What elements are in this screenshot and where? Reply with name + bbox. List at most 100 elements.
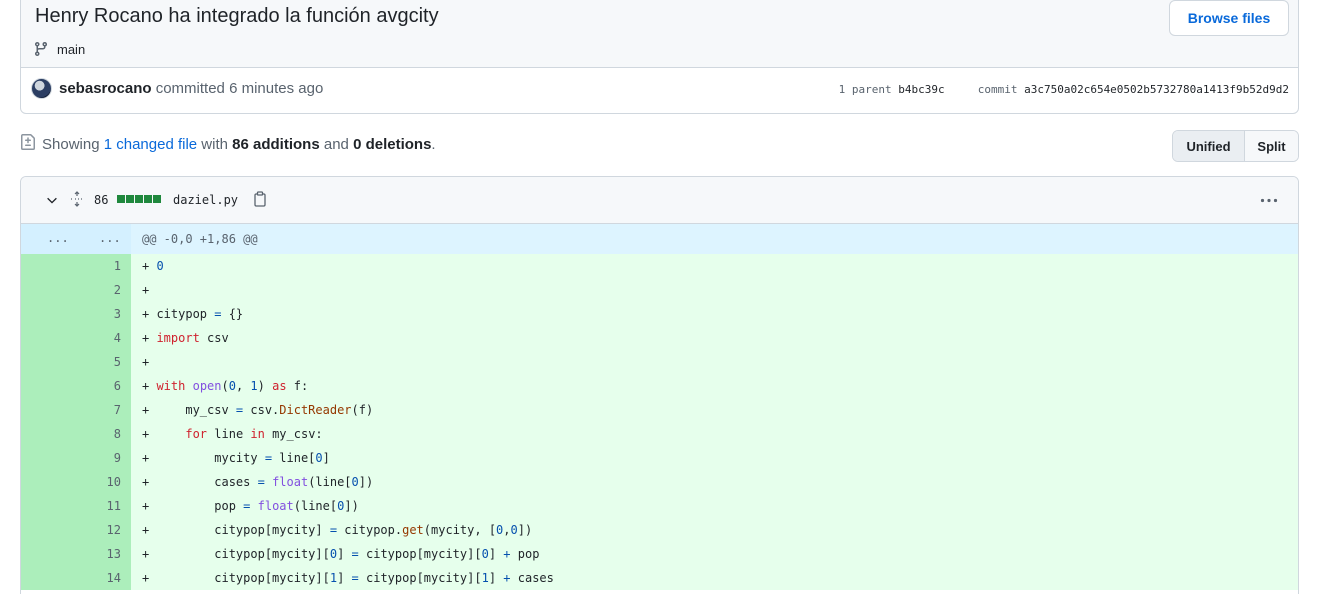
code-line: + (142, 283, 150, 297)
hunk-expand-left[interactable]: ... (47, 231, 69, 245)
code-line: + pop = float(line[0]) (142, 499, 359, 513)
copy-icon[interactable] (252, 191, 268, 207)
file-header: 86 daziel.py (21, 177, 1298, 224)
hunk-info: @@ -0,0 +1,86 @@ (142, 232, 258, 246)
code-line: + with open(0, 1) as f: (142, 379, 309, 393)
line-number[interactable]: 14 (107, 571, 121, 585)
browse-files-button[interactable]: Browse files (1169, 0, 1289, 36)
diffstat-block (126, 195, 134, 203)
diff-view-toggle: Unified Split (1172, 130, 1299, 162)
diff-line: 3 + citypop = {} (21, 302, 1298, 326)
line-number[interactable]: 4 (114, 331, 121, 345)
line-number-gutter: 13 (21, 542, 131, 566)
diff-line: 1 + 0 (21, 254, 1298, 278)
changed-files-link[interactable]: 1 changed file (104, 136, 197, 153)
line-number-gutter: 6 (21, 374, 131, 398)
deletions-count: 0 deletions (353, 136, 432, 153)
diff-line: 13 + citypop[mycity][0] = citypop[mycity]… (21, 542, 1298, 566)
line-number-gutter: 4 (21, 326, 131, 350)
summary-and: and (323, 136, 349, 153)
line-number[interactable]: 10 (107, 475, 121, 489)
code-line: + my_csv = csv.DictReader(f) (142, 403, 374, 417)
commit-sha: a3c750a02c654e0502b5732780a1413f9b52d9d2 (1024, 83, 1289, 96)
summary-with: with (201, 136, 228, 153)
diff-line: 8 + for line in my_csv: (21, 422, 1298, 446)
diff-line: 4 + import csv (21, 326, 1298, 350)
line-number-gutter: 8 (21, 422, 131, 446)
line-number[interactable]: 7 (114, 403, 121, 417)
line-number-gutter: 14 (21, 566, 131, 590)
diff-line: 5 + (21, 350, 1298, 374)
expand-all-icon[interactable] (69, 191, 85, 207)
line-number-gutter: 12 (21, 518, 131, 542)
code-line: + citypop[mycity][1] = citypop[mycity][1… (142, 571, 554, 585)
line-number[interactable]: 11 (107, 499, 121, 513)
parent-sha-link[interactable]: b4bc39c (898, 83, 944, 96)
file-name-link[interactable]: daziel.py (173, 193, 238, 207)
line-number[interactable]: 9 (114, 451, 121, 465)
line-number[interactable]: 1 (114, 259, 121, 273)
code-line: + citypop[mycity] = citypop.get(mycity, … (142, 523, 533, 537)
git-branch-icon (34, 42, 47, 57)
code-line: + 0 (142, 259, 164, 273)
kebab-horizontal-icon[interactable] (1260, 198, 1278, 203)
file-diff: 86 daziel.py ... ... @@ -0,0 +1,86 @@ 1 +… (20, 176, 1299, 594)
line-number-gutter: 9 (21, 446, 131, 470)
line-number[interactable]: 13 (107, 547, 121, 561)
line-number-gutter: 1 (21, 254, 131, 278)
diffstat-bar (117, 195, 161, 203)
branch-name: main (57, 41, 86, 57)
author-name[interactable]: sebasrocano (59, 80, 152, 97)
code-line: + import csv (142, 331, 229, 345)
line-number[interactable]: 3 (114, 307, 121, 321)
line-number-gutter: 10 (21, 470, 131, 494)
diff-line: 12 + citypop[mycity] = citypop.get(mycity… (21, 518, 1298, 542)
diff-line: 10 + cases = float(line[0]) (21, 470, 1298, 494)
avatar[interactable] (31, 78, 52, 99)
line-number[interactable]: 6 (114, 379, 121, 393)
line-number-gutter: 5 (21, 350, 131, 374)
diff-lines: 1 + 0 2 +3 + citypop = {} 4 + import csv 5 +6 + w… (21, 254, 1298, 590)
line-number-gutter: 2 (21, 278, 131, 302)
summary-prefix: Showing (42, 136, 100, 153)
line-number[interactable]: 12 (107, 523, 121, 537)
commit-title-bar: Henry Rocano ha integrado la función avg… (21, 0, 1298, 68)
additions-count: 86 additions (232, 136, 320, 153)
unified-view-button[interactable]: Unified (1173, 131, 1245, 161)
diffstat-block (153, 195, 161, 203)
diff-summary-text: Showing 1 changed file with 86 additions… (42, 136, 436, 153)
line-number[interactable]: 8 (114, 427, 121, 441)
commit-time: 6 minutes ago (229, 80, 324, 97)
hunk-expand-right[interactable]: ... (99, 231, 121, 245)
line-number-gutter: 7 (21, 398, 131, 422)
split-view-button[interactable]: Split (1245, 131, 1298, 161)
diffstat-block (117, 195, 125, 203)
line-number[interactable]: 2 (114, 283, 121, 297)
diff-summary-row: Showing 1 changed file with 86 additions… (20, 130, 1299, 162)
commit-author-row: sebasrocano committed 6 minutes ago 1 pa… (21, 69, 1298, 113)
commit-meta: 1 parent b4bc39c commit a3c750a02c654e05… (839, 83, 1289, 96)
chevron-down-icon[interactable] (45, 193, 59, 207)
commit-label: commit (977, 83, 1018, 96)
code-line: + mycity = line[0] (142, 451, 330, 465)
hunk-header: ... ... @@ -0,0 +1,86 @@ (21, 224, 1298, 254)
diff-line: 14 + citypop[mycity][1] = citypop[mycity]… (21, 566, 1298, 590)
commit-action: committed (155, 80, 225, 97)
diff-line: 2 + (21, 278, 1298, 302)
code-line: + cases = float(line[0]) (142, 475, 374, 489)
diff-line: 11 + pop = float(line[0]) (21, 494, 1298, 518)
file-diff-icon (21, 134, 35, 150)
line-number[interactable]: 5 (114, 355, 121, 369)
summary-suffix: . (431, 136, 436, 153)
code-line: + citypop = {} (142, 307, 244, 321)
code-line: + (142, 355, 150, 369)
diff-line: 7 + my_csv = csv.DictReader(f) (21, 398, 1298, 422)
branch-indicator[interactable]: main (33, 41, 85, 57)
diff-line: 9 + mycity = line[0] (21, 446, 1298, 470)
parent-label: 1 parent (838, 83, 892, 96)
diff-line: 6 + with open(0, 1) as f: (21, 374, 1298, 398)
line-number-gutter: 3 (21, 302, 131, 326)
line-number-gutter: 11 (21, 494, 131, 518)
diffstat-block (135, 195, 143, 203)
diffstat-block (144, 195, 152, 203)
